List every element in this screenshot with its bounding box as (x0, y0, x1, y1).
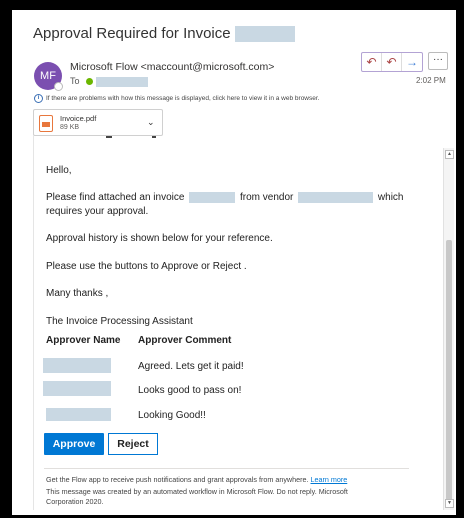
reply-icon: ↶ (366, 55, 377, 69)
sender[interactable]: Microsoft Flow <maccount@microsoft.com> (70, 61, 274, 73)
redacted-invoice-number (234, 26, 295, 43)
scroll-up-icon[interactable]: ▲ (445, 150, 454, 159)
signature: The Invoice Processing Assistant (46, 316, 193, 327)
footer-text-2: This message was created by an automated… (46, 487, 348, 496)
approve-button[interactable]: Approve (44, 433, 104, 455)
more-icon: ··· (433, 54, 443, 65)
redacted-vendor (298, 192, 374, 203)
redacted-invoice-id (189, 192, 236, 203)
scrollbar-thumb[interactable] (446, 240, 452, 502)
redacted-approver-name (46, 408, 111, 421)
footer-notice: Get the Flow app to receive push notific… (46, 475, 347, 484)
body-line-invoice: Please find attached an invoice from ven… (46, 192, 404, 203)
more-actions-button[interactable]: ··· (428, 52, 448, 70)
info-text: If there are problems with how this mess… (46, 95, 320, 102)
message-body: Hello, Please find attached an invoice f… (33, 135, 443, 510)
attachment-name: Invoice.pdf (60, 114, 97, 123)
greeting: Hello, (46, 165, 72, 176)
subject-text: Approval Required for Invoice (33, 25, 231, 42)
body-line-history: Approval history is shown below for your… (46, 233, 273, 244)
timestamp: 2:02 PM (416, 76, 446, 85)
invoice-text-c: which (377, 192, 404, 204)
table-header-comment: Approver Comment (138, 335, 232, 346)
chevron-down-icon[interactable]: ⌄ (147, 117, 155, 128)
reject-button[interactable]: Reject (108, 433, 158, 455)
body-line-buttons: Please use the buttons to Approve or Rej… (46, 261, 247, 272)
footer-divider (44, 468, 409, 469)
pdf-file-icon (39, 115, 53, 132)
email-subject: Approval Required for Invoice (33, 25, 295, 43)
presence-indicator (54, 82, 63, 91)
scroll-down-icon[interactable]: ▼ (445, 499, 454, 508)
footer-text-3: Corporation 2020. (46, 497, 104, 506)
reply-all-icon: ↶ (386, 55, 397, 69)
table-row-comment: Looks good to pass on! (138, 385, 242, 396)
forward-button[interactable]: → (402, 53, 422, 71)
avatar-initials: MF (40, 70, 56, 82)
redacted-approver-name (43, 358, 111, 373)
message-actions: ↶ ↶ → (361, 52, 423, 72)
redacted-recipient[interactable] (95, 76, 148, 87)
to-label: To (70, 76, 80, 86)
table-row-comment: Agreed. Lets get it paid! (138, 361, 244, 372)
recipient-presence-icon (85, 78, 93, 86)
invoice-text-a: Please find attached an invoice (46, 192, 185, 204)
cropped-text-fragment (34, 135, 440, 139)
redacted-approver-name (43, 381, 111, 396)
attachment-card[interactable]: Invoice.pdf 89 KB ⌄ (33, 109, 163, 136)
email-window: Approval Required for Invoice MF Microso… (12, 10, 456, 515)
reply-all-button[interactable]: ↶ (382, 53, 402, 71)
vertical-scrollbar[interactable]: ▲ ▼ (443, 148, 454, 510)
table-row-comment: Looking Good!! (138, 410, 206, 421)
info-bar[interactable]: i If there are problems with how this me… (34, 94, 319, 103)
reply-button[interactable]: ↶ (362, 53, 382, 71)
forward-icon: → (406, 55, 418, 69)
attachment-size: 89 KB (60, 124, 80, 131)
body-line-thanks: Many thanks , (46, 288, 109, 299)
invoice-text-b: from vendor (240, 192, 294, 204)
table-header-name: Approver Name (46, 335, 121, 346)
learn-more-link[interactable]: Learn more (311, 475, 348, 484)
recipient-line: To (70, 76, 148, 87)
info-icon: i (34, 94, 43, 103)
footer-text-1: Get the Flow app to receive push notific… (46, 475, 309, 484)
body-line-approval: requires your approval. (46, 206, 149, 217)
